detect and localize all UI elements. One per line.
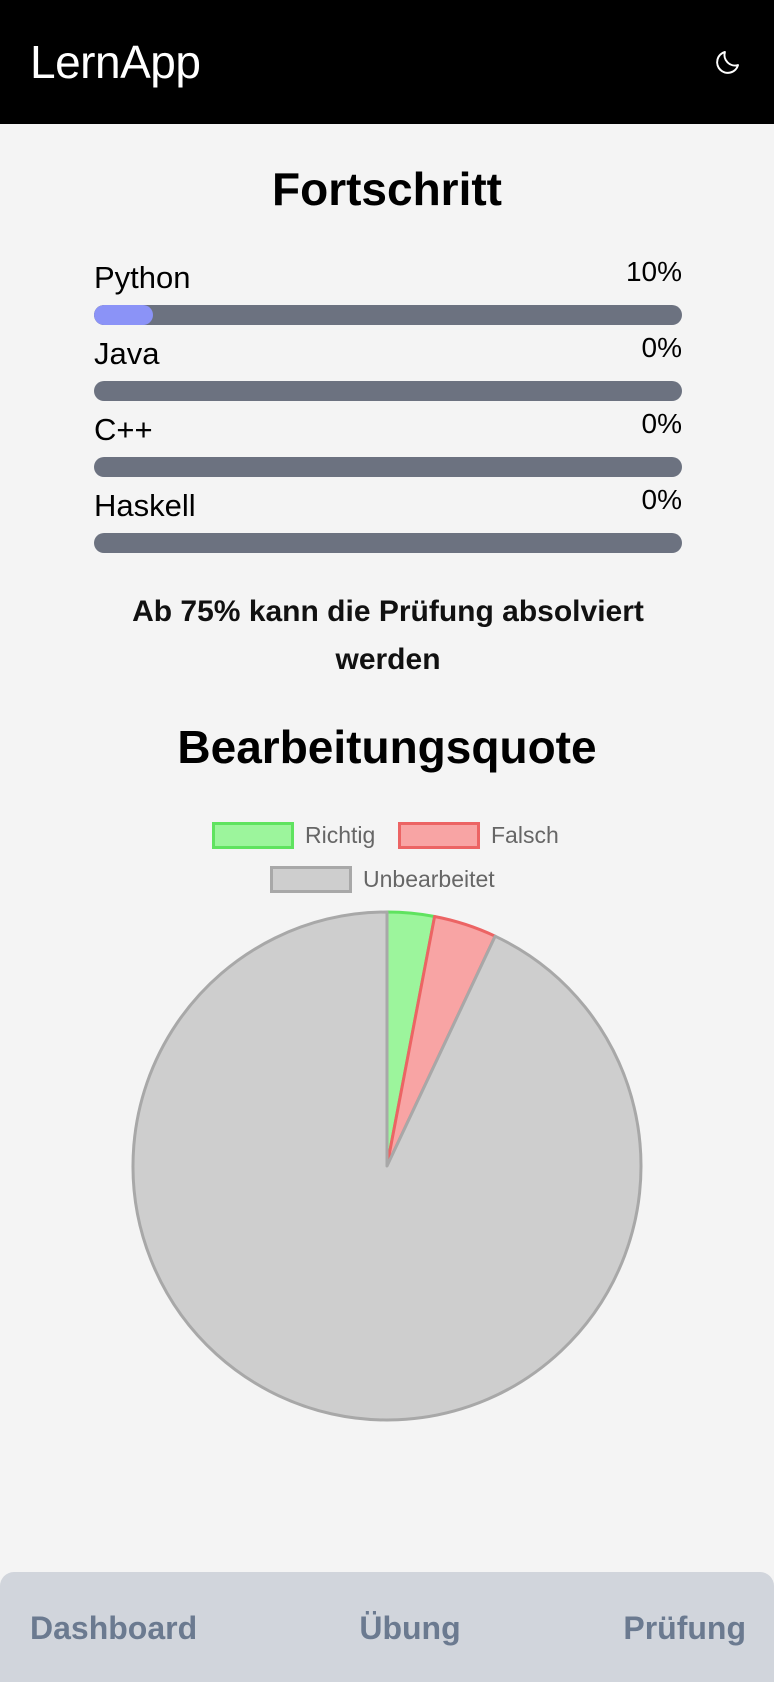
- legend-label: Richtig: [305, 822, 376, 848]
- course-name: Java: [94, 336, 160, 371]
- progress-bar-track: [94, 381, 682, 401]
- progress-bar-track: [94, 457, 682, 477]
- progress-bar-fill: [94, 305, 153, 325]
- legend-item-falsch[interactable]: Falsch: [398, 820, 559, 850]
- course-progress-python: Python 10%: [94, 256, 682, 334]
- app-header: LernApp: [0, 0, 774, 124]
- course-name: Python: [94, 260, 191, 295]
- theme-toggle-button[interactable]: [706, 40, 750, 84]
- legend-item-unbearbeitet[interactable]: Unbearbeitet: [270, 864, 495, 894]
- completion-pie-chart: [131, 910, 643, 1422]
- completion-rate-title: Bearbeitungsquote: [177, 721, 597, 773]
- course-percent: 0%: [641, 408, 682, 439]
- progress-bar-track: [94, 305, 682, 325]
- legend-item-richtig[interactable]: Richtig: [212, 820, 375, 850]
- course-progress-cpp: C++ 0%: [94, 408, 682, 486]
- moon-icon: [716, 51, 739, 74]
- course-name: Haskell: [94, 488, 196, 523]
- bottom-navigation: Dashboard Übung Prüfung: [0, 1572, 774, 1682]
- course-progress-java: Java 0%: [94, 332, 682, 410]
- nav-pruefung[interactable]: Prüfung: [623, 1608, 746, 1648]
- course-progress-haskell: Haskell 0%: [94, 484, 682, 562]
- legend-label: Falsch: [491, 822, 559, 848]
- course-name: C++: [94, 412, 153, 447]
- legend-label: Unbearbeitet: [363, 866, 495, 892]
- app: LernApp Fortschritt Python 10% Java 0% C…: [0, 0, 774, 1682]
- progress-title: Fortschritt: [272, 163, 502, 215]
- course-percent: 0%: [641, 332, 682, 363]
- app-title: LernApp: [30, 36, 201, 88]
- pie-slice-unbearbeitet[interactable]: [131, 910, 643, 1422]
- course-percent: 10%: [625, 256, 682, 287]
- legend-swatch: [212, 821, 294, 849]
- legend-swatch: [398, 821, 480, 849]
- progress-bar-track: [94, 533, 682, 553]
- exam-requirement-note: Ab 75% kann die Prüfung absolviert werde…: [132, 595, 644, 676]
- legend-swatch: [270, 865, 352, 893]
- course-percent: 0%: [641, 484, 682, 515]
